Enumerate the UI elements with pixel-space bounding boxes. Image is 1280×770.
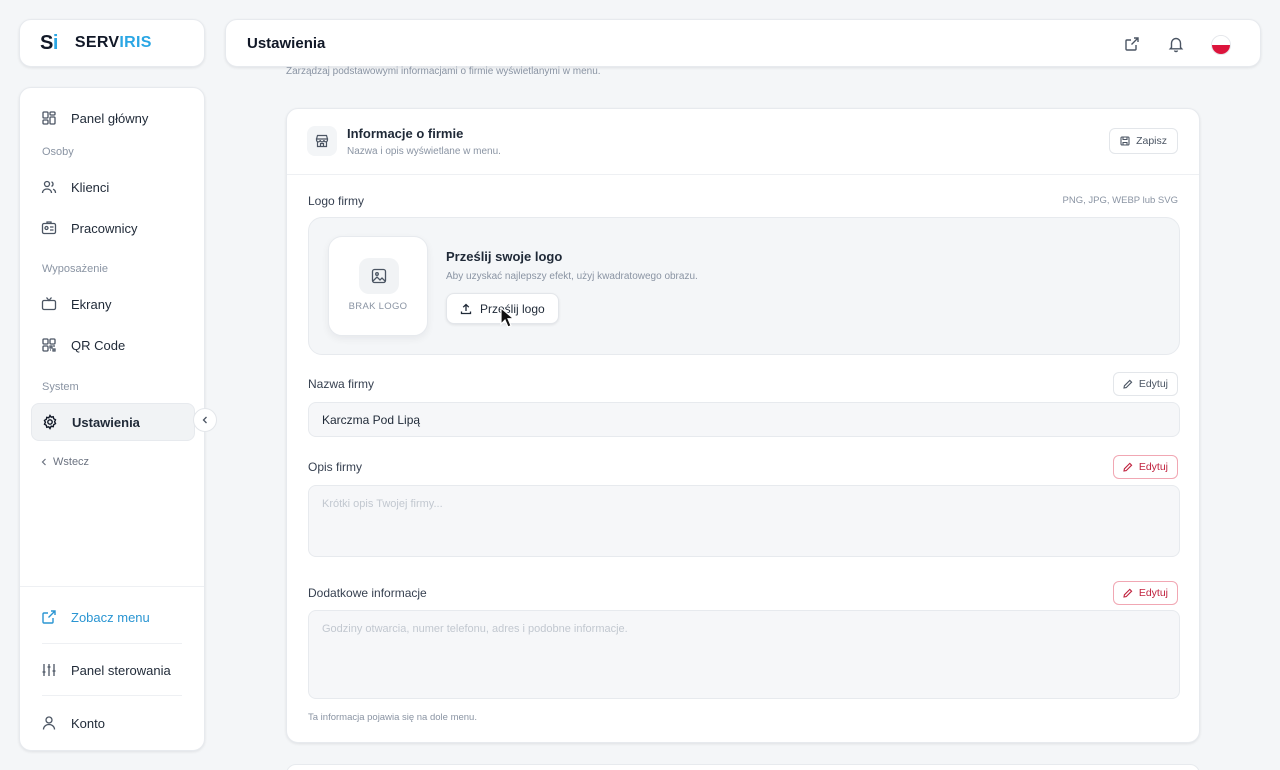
sidebar-item-label: Panel sterowania [71,662,171,678]
pencil-icon [1123,462,1133,472]
topbar: Ustawienia [225,19,1261,67]
card-header: Informacje o firmie Nazwa i opis wyświet… [287,109,1199,175]
company-description-field[interactable]: Krótki opis Twojej firmy... [308,485,1180,557]
sidebar-divider [42,643,182,644]
users-icon [41,180,57,194]
company-name-label: Nazwa firmy [308,377,375,391]
save-icon [1120,136,1130,146]
sidebar-item-label: Klienci [71,179,110,195]
image-icon [359,258,399,294]
edit-description-button[interactable]: Edytuj [1112,455,1178,479]
sidebar-item-employees[interactable]: Pracownicy [31,210,195,246]
edit-label: Edytuj [1138,587,1168,599]
section-label-system: System [42,381,79,393]
back-label: Wstecz [53,456,90,468]
brand-mark: Si [40,31,58,54]
external-link-icon [42,610,56,624]
extra-info-label: Dodatkowe informacje [308,586,427,600]
extra-info-field[interactable]: Godziny otwarcia, numer telefonu, adres … [308,610,1180,699]
sidebar-item-label: Panel główny [71,110,149,126]
company-name-field[interactable]: Karczma Pod Lipą [308,402,1180,437]
section-label-people: Osoby [42,146,74,158]
sidebar-divider [42,695,182,696]
logo-label: Logo firmy [308,194,365,208]
company-description-label: Opis firmy [308,460,362,474]
external-link-icon[interactable] [1123,35,1141,53]
brand-name: SERVIRIS [74,34,152,51]
page-title: Ustawienia [247,34,326,52]
sidebar-divider [20,586,204,587]
gear-icon [43,414,57,430]
sidebar-collapse-button[interactable] [193,408,217,432]
save-label: Zapisz [1136,135,1167,147]
sidebar-item-label: QR Code [71,337,126,353]
upload-logo-button[interactable]: Prześlij logo [446,293,559,324]
no-logo-text: BRAK LOGO [348,301,408,312]
page-subtitle: Zarządzaj podstawowymi informacjami o fi… [286,66,601,77]
pencil-icon [1123,379,1133,389]
sliders-icon [42,664,56,676]
back-link[interactable]: Wstecz [40,456,89,468]
brand-logo[interactable]: Si SERVIRIS [19,19,205,67]
section-label-equipment: Wyposażenie [42,263,108,275]
edit-extra-info-button[interactable]: Edytuj [1112,581,1178,605]
chevron-left-icon [41,458,46,466]
sidebar-item-settings[interactable]: Ustawienia [31,403,195,441]
logo-upload-zone[interactable]: BRAK LOGO Prześlij swoje logo Aby uzyska… [308,217,1180,355]
sidebar-item-dashboard[interactable]: Panel główny [31,100,195,136]
extra-info-footnote: Ta informacja pojawia się na dole menu. [308,712,477,723]
sidebar-item-label: Konto [71,715,105,731]
sidebar-item-qr-code[interactable]: QR Code [31,327,195,363]
edit-label: Edytuj [1138,461,1168,473]
user-icon [42,716,56,730]
save-button[interactable]: Zapisz [1109,128,1178,154]
chevron-left-icon [202,416,207,424]
upload-icon [460,303,472,314]
store-icon [307,126,337,156]
sidebar-item-clients[interactable]: Klienci [31,169,195,205]
tv-icon [41,297,57,311]
company-info-card: Informacje o firmie Nazwa i opis wyświet… [286,108,1200,743]
pencil-icon [1123,588,1133,598]
id-card-icon [41,221,57,235]
sidebar-item-screens[interactable]: Ekrany [31,286,195,322]
upload-hint: Aby uzyskać najlepszy efekt, użyj kwadra… [446,271,698,282]
view-menu-label: Zobacz menu [71,609,150,625]
logo-formats: PNG, JPG, WEBP lub SVG [1062,195,1178,206]
sidebar-item-account[interactable]: Konto [31,705,195,741]
card-title: Informacje o firmie [347,126,464,141]
sidebar-item-label: Ustawienia [72,414,140,430]
upload-title: Prześlij swoje logo [446,249,563,264]
edit-name-button[interactable]: Edytuj [1112,372,1178,396]
logo-placeholder: BRAK LOGO [328,236,428,336]
bell-icon[interactable] [1167,35,1185,53]
edit-label: Edytuj [1138,378,1168,390]
dashboard-icon [42,111,56,125]
sidebar-item-control-panel[interactable]: Panel sterowania [31,652,195,688]
view-menu-link[interactable]: Zobacz menu [31,599,195,635]
card-subtitle: Nazwa i opis wyświetlane w menu. [347,146,501,157]
upload-logo-label: Prześlij logo [480,301,545,316]
next-card [286,764,1200,770]
qr-code-icon [42,338,56,352]
sidebar-item-label: Ekrany [71,296,112,312]
sidebar: Panel główny Osoby Klienci Pracownicy Wy… [19,87,205,751]
poland-flag-icon[interactable] [1211,35,1231,55]
sidebar-item-label: Pracownicy [71,220,138,236]
